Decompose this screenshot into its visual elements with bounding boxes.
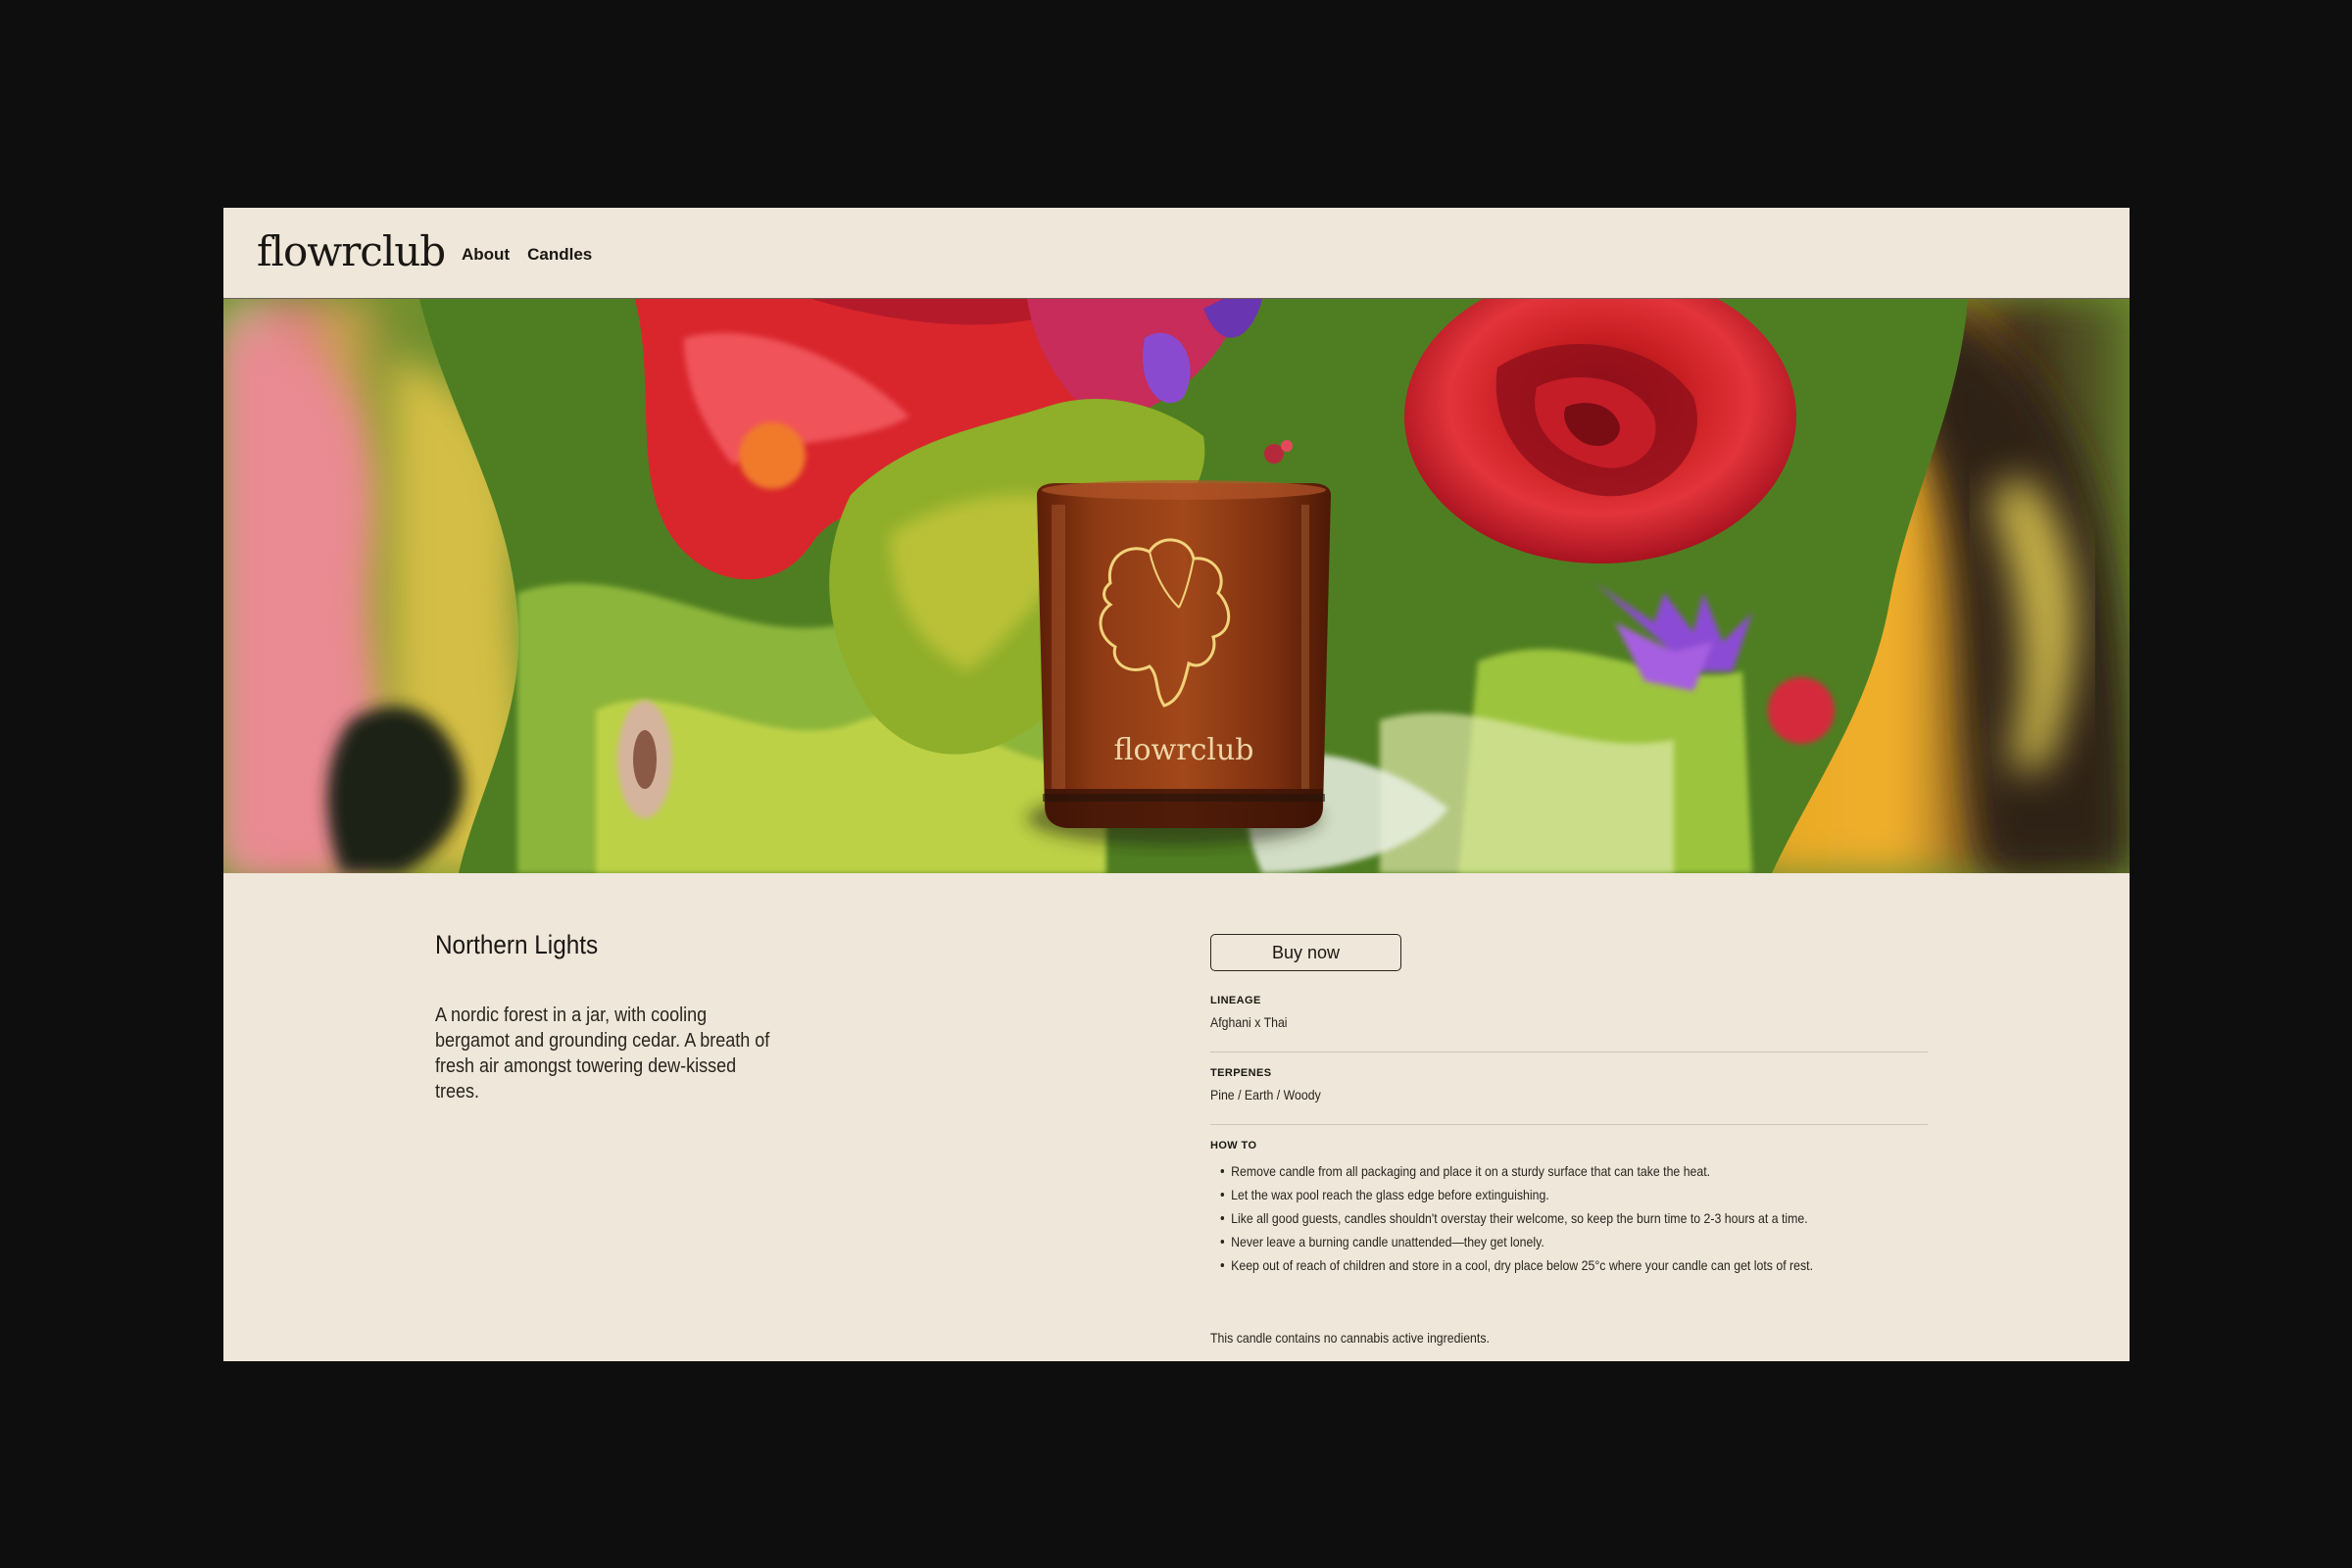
howto-item: Like all good guests, candles shouldn't … [1210, 1206, 1841, 1230]
buy-now-button[interactable]: Buy now [1210, 934, 1401, 971]
lineage-value: Afghani x Thai [1210, 1014, 1288, 1030]
howto-item: Keep out of reach of children and store … [1210, 1253, 1841, 1277]
candle-label: flowrclub [1113, 733, 1253, 767]
howto-list: Remove candle from all packaging and pla… [1210, 1159, 1928, 1277]
hero-image: flowrclub [223, 299, 2130, 873]
lineage-section: LINEAGE Afghani x Thai [1210, 995, 1928, 1053]
lineage-label: LINEAGE [1210, 995, 1261, 1006]
terpenes-section: TERPENES Pine / Earth / Woody [1210, 1067, 1928, 1125]
product-title: Northern Lights [435, 930, 599, 959]
product-section: Northern Lights A nordic forest in a jar… [223, 873, 2130, 1361]
terpenes-value: Pine / Earth / Woody [1210, 1087, 1321, 1102]
howto-item: Remove candle from all packaging and pla… [1210, 1159, 1841, 1183]
howto-item: Let the wax pool reach the glass edge be… [1210, 1183, 1841, 1206]
nav-item-candles[interactable]: Candles [527, 245, 592, 265]
ingredients-note: This candle contains no cannabis active … [1210, 1330, 1490, 1346]
product-description: A nordic forest in a jar, with cooling b… [435, 1004, 770, 1102]
brand-logo[interactable]: flowrclub [257, 227, 446, 275]
nav-item-about[interactable]: About [462, 245, 510, 265]
site-frame: flowrclub About Candles flowrclub Northe… [223, 208, 2130, 1361]
product-details: LINEAGE Afghani x Thai TERPENES Pine / E… [1210, 995, 1928, 1313]
terpenes-label: TERPENES [1210, 1067, 1272, 1079]
howto-section: HOW TO Remove candle from all packaging … [1210, 1140, 1928, 1298]
main-nav: About Candles [462, 245, 592, 265]
howto-item: Never leave a burning candle unattended—… [1210, 1230, 1841, 1253]
howto-label: HOW TO [1210, 1140, 1257, 1152]
candle-product: flowrclub [1027, 480, 1331, 846]
hero-collage: flowrclub [223, 299, 2130, 873]
site-header: flowrclub About Candles [223, 208, 2130, 299]
